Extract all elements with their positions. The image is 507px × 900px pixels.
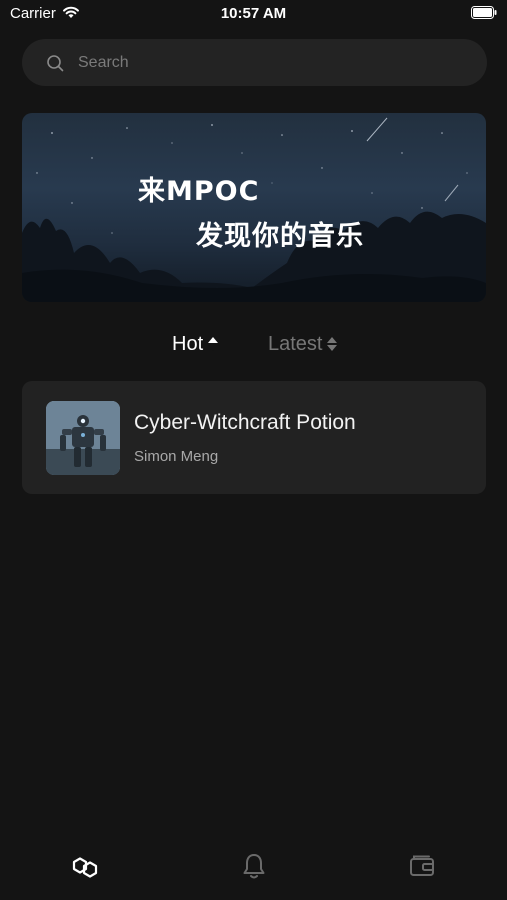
wallet-icon	[410, 855, 434, 876]
app-screen: Carrier 10:57 AM Search 来MPOC 发现你的音乐 Hot…	[0, 0, 507, 900]
battery-icon	[471, 6, 497, 19]
tab-latest[interactable]: Latest	[268, 330, 338, 358]
search-icon	[47, 55, 64, 72]
home-link-icon	[72, 857, 98, 878]
banner-headline: 来MPOC	[138, 176, 260, 207]
status-clock: 10:57 AM	[220, 5, 287, 22]
bell-icon	[243, 854, 265, 879]
song-card[interactable]: Cyber-Witchcraft Potion Simon Meng	[22, 381, 486, 494]
tab-latest-label: Latest	[268, 332, 323, 355]
song-title: Cyber-Witchcraft Potion	[134, 411, 356, 434]
status-bar: Carrier 10:57 AM	[0, 0, 507, 30]
bottom-tab-bar	[0, 836, 507, 900]
promo-banner[interactable]: 来MPOC 发现你的音乐	[22, 113, 486, 302]
tab-hot[interactable]: Hot	[172, 330, 219, 358]
nav-notifications-button[interactable]	[234, 846, 274, 886]
sort-up-icon	[208, 337, 219, 351]
robot-artwork-icon	[46, 401, 120, 475]
tab-hot-label: Hot	[172, 332, 204, 355]
song-artist: Simon Meng	[134, 448, 219, 465]
banner-subheadline: 发现你的音乐	[196, 221, 364, 252]
sort-tabs: Hot Latest	[0, 330, 507, 358]
search-input[interactable]	[78, 51, 458, 75]
nav-home-button[interactable]	[65, 846, 105, 886]
nav-wallet-button[interactable]	[402, 846, 442, 886]
search-bar[interactable]	[22, 39, 487, 86]
album-cover	[46, 401, 120, 475]
sort-icon	[327, 337, 338, 351]
